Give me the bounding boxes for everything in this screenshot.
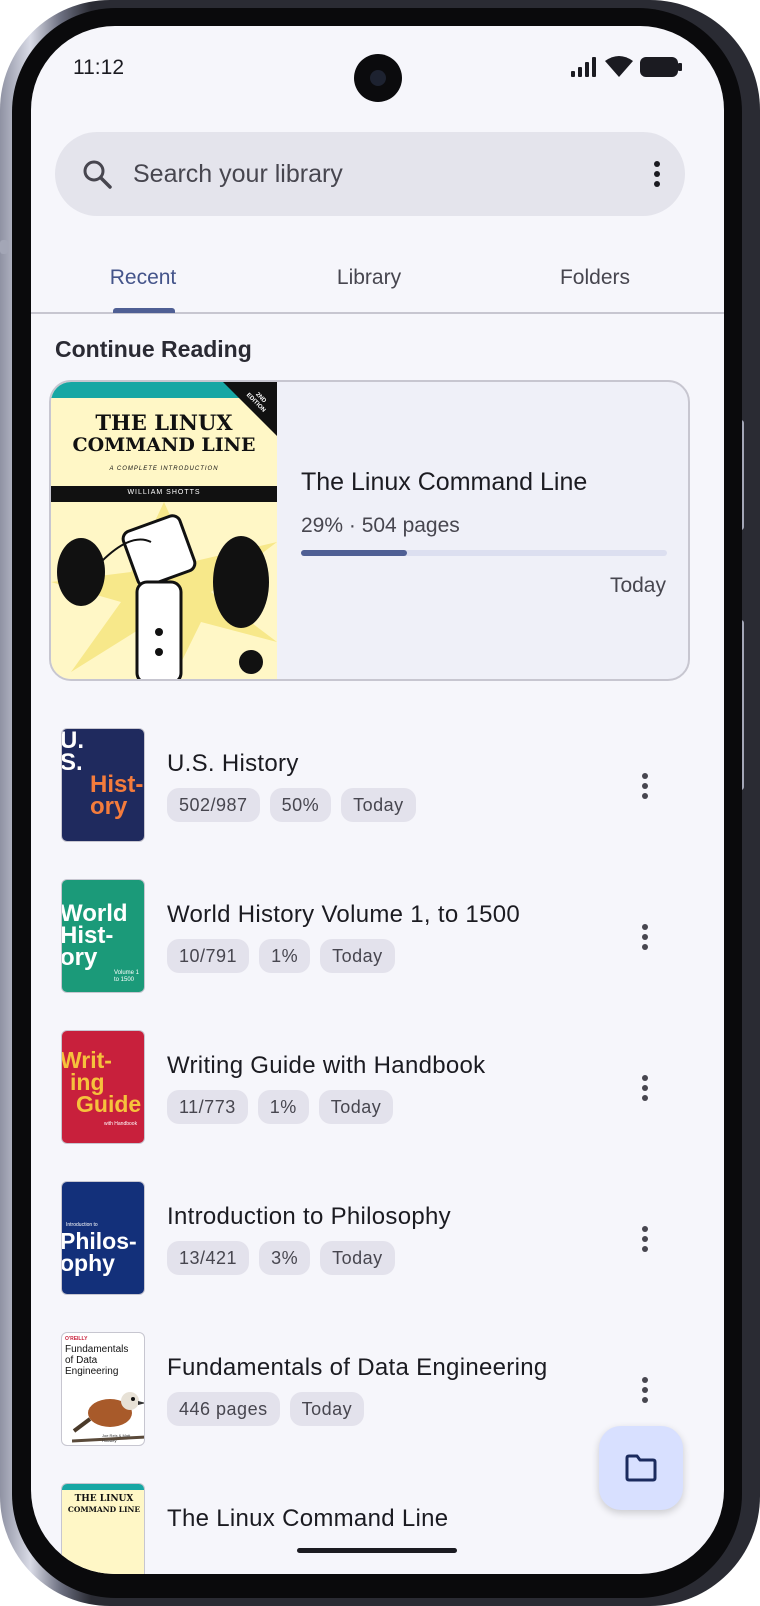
cover-title-line1: THE LINUX [95, 410, 233, 435]
cover-text-2: ophy [61, 1250, 115, 1276]
chip-group: 446 pages Today [167, 1392, 365, 1426]
chip-percent: 1% [257, 1090, 309, 1124]
book-cover: Writ- ing Guide with Handbook [61, 1030, 145, 1144]
chip-date: Today [320, 939, 395, 973]
search-input[interactable]: Search your library [133, 160, 343, 189]
frame-button [0, 240, 8, 254]
book-title: World History Volume 1, to 1500 [167, 901, 521, 928]
more-vert-icon[interactable] [641, 923, 649, 951]
continue-progress-text: 29% · 504 pages [301, 514, 460, 537]
list-item[interactable]: U. S. Hist- ory U.S. History 502/987 50%… [31, 728, 724, 846]
cover-text-2: S. [61, 749, 83, 776]
book-title: Writing Guide with Handbook [167, 1052, 486, 1079]
cover-text-4: ory [90, 793, 128, 820]
search-bar[interactable]: Search your library [55, 132, 685, 216]
progress-bar [301, 550, 667, 556]
cover-text-1: Philos- [61, 1228, 137, 1254]
more-vert-icon[interactable] [641, 1225, 649, 1253]
chip-percent: 3% [259, 1241, 311, 1275]
home-indicator[interactable] [297, 1548, 457, 1553]
book-cover: World Hist- ory Volume 1 to 1500 [61, 879, 145, 993]
chip-group: 11/773 1% Today [167, 1090, 394, 1124]
status-bar: 11:12 [31, 26, 724, 106]
cover-text-3: Engineering [65, 1366, 119, 1377]
book-title: Fundamentals of Data Engineering [167, 1354, 548, 1381]
chip-pages: 13/421 [167, 1241, 250, 1275]
cover-caption: Volume 1 to 1500 [114, 970, 140, 983]
status-time: 11:12 [73, 56, 124, 79]
cover-authors: Joe Reis & Matt Housley [102, 1433, 131, 1443]
chip-group: 13/421 3% Today [167, 1241, 395, 1275]
continue-title: The Linux Command Line [301, 468, 588, 496]
list-item[interactable]: Introduction to Philos- ophy Introductio… [31, 1181, 724, 1299]
phone-frame: 11:12 Search your library Recent Library… [0, 0, 760, 1606]
wifi-icon [605, 56, 633, 77]
screen: 11:12 Search your library Recent Library… [31, 26, 724, 1574]
cover-text-2: of Data [65, 1355, 98, 1366]
cover-publisher: O'REILLY [65, 1336, 88, 1342]
cover-title-line2: COMMAND LINE [72, 434, 256, 456]
cover-author: WILLIAM SHOTTS [127, 489, 201, 496]
robot-illustration [51, 502, 277, 679]
section-title: Continue Reading [55, 336, 252, 362]
chip-group: 502/987 50% Today [167, 788, 416, 822]
chip-percent: 1% [259, 939, 311, 973]
continue-reading-card[interactable]: 2ND EDITION THE LINUX COMMAND LINE A COM… [49, 380, 690, 681]
more-vert-icon[interactable] [653, 160, 661, 188]
front-camera [354, 54, 402, 102]
cover-text-2: ing [70, 1069, 105, 1095]
book-cover: THE LINUX COMMAND LINE [61, 1483, 145, 1574]
folder-icon [625, 1454, 657, 1482]
chip-pages: 11/773 [167, 1090, 248, 1124]
cover-text-1: Fundamentals [65, 1344, 129, 1355]
signal-icon [571, 57, 596, 77]
tab-indicator [113, 308, 175, 313]
tab-bar: Recent Library Folders [31, 252, 724, 314]
book-cover: O'REILLY Fundamentals of Data Engineerin… [61, 1332, 145, 1446]
cover-caption: with Handbook [104, 1121, 138, 1127]
list-item[interactable]: Writ- ing Guide with Handbook Writing Gu… [31, 1030, 724, 1148]
chip-group: 10/791 1% Today [167, 939, 395, 973]
cover-text-3: Guide [76, 1091, 142, 1117]
more-vert-icon[interactable] [641, 1376, 649, 1404]
cover-text-3: ory [61, 944, 98, 971]
cover-subtitle: A COMPLETE INTRODUCTION [109, 466, 219, 472]
book-title: Introduction to Philosophy [167, 1203, 451, 1230]
tab-recent[interactable]: Recent [43, 266, 243, 290]
continue-date: Today [609, 574, 666, 597]
book-title: The Linux Command Line [167, 1505, 449, 1532]
book-title: U.S. History [167, 750, 299, 777]
chip-pages: 446 pages [167, 1392, 280, 1426]
chip-pages: 10/791 [167, 939, 250, 973]
book-cover: Introduction to Philos- ophy [61, 1181, 145, 1295]
chip-date: Today [320, 1241, 395, 1275]
tab-library[interactable]: Library [269, 266, 469, 290]
tab-folders[interactable]: Folders [495, 266, 695, 290]
list-item[interactable]: World Hist- ory Volume 1 to 1500 World H… [31, 879, 724, 997]
more-vert-icon[interactable] [641, 772, 649, 800]
chip-pages: 502/987 [167, 788, 260, 822]
cover-text-1: THE LINUX [74, 1494, 134, 1504]
cover-text-2: COMMAND LINE [67, 1505, 141, 1514]
chip-date: Today [341, 788, 416, 822]
cover-text-1: Writ- [61, 1047, 112, 1073]
more-vert-icon[interactable] [641, 1074, 649, 1102]
folder-fab[interactable] [599, 1426, 683, 1510]
battery-icon [640, 57, 682, 77]
status-icons [570, 56, 682, 78]
chip-date: Today [318, 1090, 394, 1124]
book-cover: U. S. Hist- ory [61, 728, 145, 842]
chip-percent: 50% [269, 788, 332, 822]
search-icon [83, 160, 112, 189]
book-cover: 2ND EDITION THE LINUX COMMAND LINE A COM… [51, 382, 277, 679]
chip-date: Today [289, 1392, 365, 1426]
progress-bar-fill [301, 550, 408, 556]
